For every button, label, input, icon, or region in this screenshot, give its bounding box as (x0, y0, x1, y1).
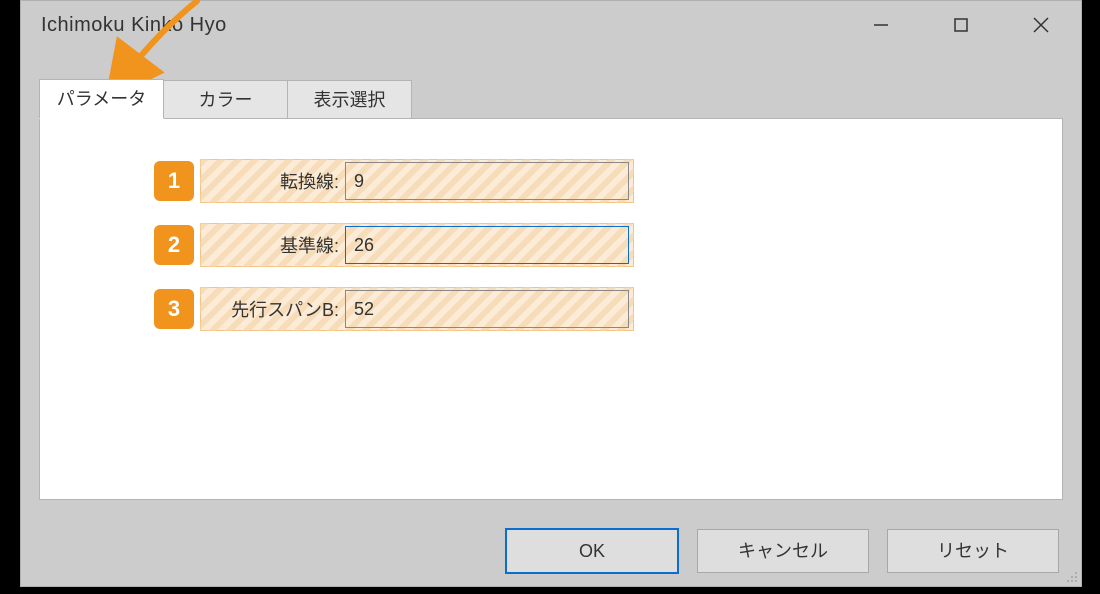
tab-visibility[interactable]: 表示選択 (288, 80, 412, 119)
tab-parameters[interactable]: パラメータ (39, 79, 164, 119)
annotation-badge-3: 3 (154, 289, 194, 329)
param-label-tenkan: 転換線: (201, 168, 345, 194)
param-highlight: 基準線: (200, 223, 634, 267)
maximize-button[interactable] (921, 1, 1001, 49)
parameter-list: 1 転換線: 2 基準線: 3 先行スパンB: (154, 159, 634, 351)
param-label-kijun: 基準線: (201, 232, 345, 258)
close-button[interactable] (1001, 1, 1081, 49)
senkou-b-input[interactable] (345, 290, 629, 328)
annotation-badge-2: 2 (154, 225, 194, 265)
close-icon (1033, 17, 1049, 33)
param-highlight: 転換線: (200, 159, 634, 203)
reset-button[interactable]: リセット (887, 529, 1059, 573)
ok-button[interactable]: OK (505, 528, 679, 574)
dialog-window: Ichimoku Kinko Hyo パラメータ カラー 表示選択 (20, 0, 1082, 587)
minimize-icon (874, 18, 888, 32)
maximize-icon (954, 18, 968, 32)
tab-content: 1 転換線: 2 基準線: 3 先行スパンB: (39, 118, 1063, 500)
minimize-button[interactable] (841, 1, 921, 49)
title-bar: Ichimoku Kinko Hyo (21, 1, 1081, 49)
cancel-button[interactable]: キャンセル (697, 529, 869, 573)
window-title: Ichimoku Kinko Hyo (41, 14, 841, 37)
annotation-badge-1: 1 (154, 161, 194, 201)
param-highlight: 先行スパンB: (200, 287, 634, 331)
param-row-senkou-b: 3 先行スパンB: (154, 287, 634, 331)
param-row-kijun: 2 基準線: (154, 223, 634, 267)
param-row-tenkan: 1 転換線: (154, 159, 634, 203)
work-area: パラメータ カラー 表示選択 1 転換線: 2 基準線: (39, 79, 1063, 499)
tab-strip: パラメータ カラー 表示選択 (39, 79, 1063, 119)
resize-grip-icon[interactable] (1065, 570, 1079, 584)
button-row: OK キャンセル リセット (21, 524, 1081, 578)
kijun-input[interactable] (345, 226, 629, 264)
param-label-senkou-b: 先行スパンB: (201, 296, 345, 322)
tenkan-input[interactable] (345, 162, 629, 200)
tab-colors[interactable]: カラー (164, 80, 288, 119)
